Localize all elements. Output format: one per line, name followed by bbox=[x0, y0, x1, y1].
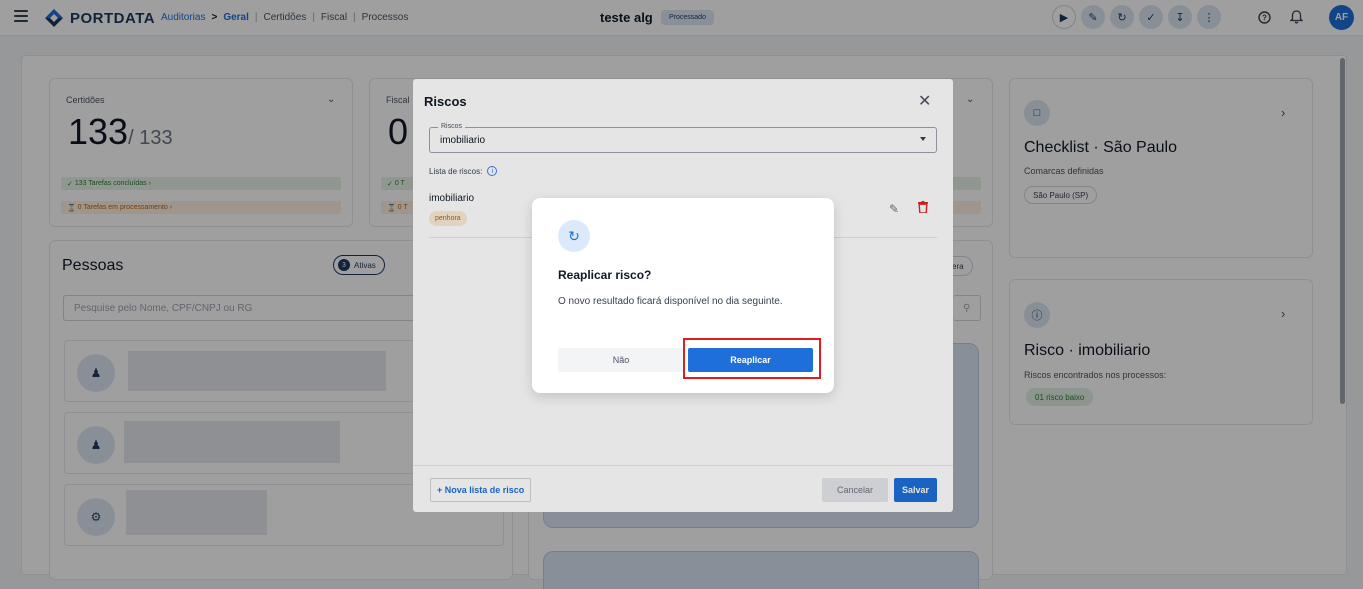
refresh-icon: ↻ bbox=[558, 220, 590, 252]
no-button[interactable]: Não bbox=[558, 348, 684, 372]
dialog-message: O novo resultado ficará disponível no di… bbox=[558, 296, 783, 307]
reapply-risk-dialog: ↻ Reaplicar risco? O novo resultado fica… bbox=[532, 198, 834, 393]
dialog-title: Reaplicar risco? bbox=[558, 268, 652, 282]
reapply-button[interactable]: Reaplicar bbox=[688, 348, 813, 372]
